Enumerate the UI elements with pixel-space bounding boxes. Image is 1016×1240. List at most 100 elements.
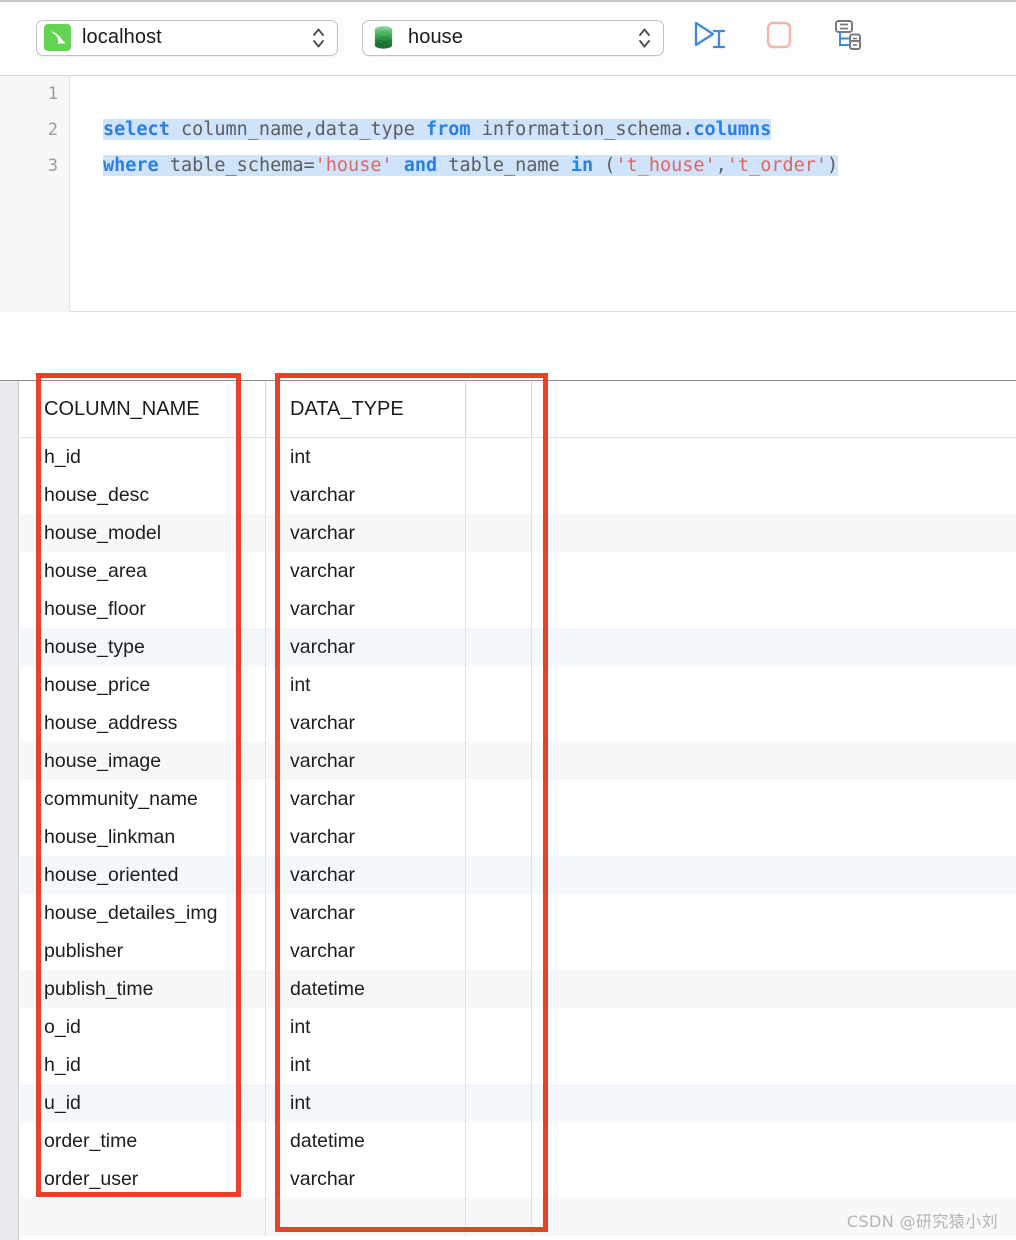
cell-data-type[interactable]: varchar — [266, 818, 466, 856]
table-row[interactable]: publish_time datetime — [20, 970, 1016, 1008]
cell-column-name[interactable]: community_name — [20, 780, 266, 818]
cell-filler — [466, 780, 532, 818]
cell-data-type[interactable] — [266, 1198, 466, 1236]
cell-data-type[interactable]: varchar — [266, 704, 466, 742]
cell-column-name[interactable]: order_time — [20, 1122, 266, 1160]
cell-column-name[interactable]: house_price — [20, 666, 266, 704]
cell-filler — [466, 666, 532, 704]
sql-editor[interactable]: 1 2 3 select column_name,data_type from in… — [0, 76, 1016, 312]
sql-code-line — [103, 76, 1016, 112]
table-row[interactable]: h_id int — [20, 1046, 1016, 1084]
results-table: COLUMN_NAME DATA_TYPE h_id int house_desc v… — [20, 381, 1016, 1236]
cell-data-type[interactable]: varchar — [266, 742, 466, 780]
cell-column-name[interactable] — [20, 1198, 266, 1236]
table-row[interactable]: house_area varchar — [20, 552, 1016, 590]
table-row[interactable]: publisher varchar — [20, 932, 1016, 970]
cell-data-type[interactable]: varchar — [266, 932, 466, 970]
cell-filler — [466, 552, 532, 590]
cell-data-type[interactable]: varchar — [266, 780, 466, 818]
database-label: house — [408, 26, 463, 48]
cell-column-name[interactable]: o_id — [20, 1008, 266, 1046]
table-row[interactable]: u_id int — [20, 1084, 1016, 1122]
cell-filler — [466, 742, 532, 780]
cell-column-name[interactable]: house_linkman — [20, 818, 266, 856]
cell-column-name[interactable]: house_model — [20, 514, 266, 552]
sql-token: table_name — [448, 155, 560, 176]
stop-square-icon — [763, 19, 795, 56]
sql-code-area[interactable]: select column_name,data_type from inform… — [70, 76, 1016, 312]
database-selector[interactable]: house — [362, 19, 664, 56]
column-header-data-type[interactable]: DATA_TYPE — [266, 381, 466, 437]
table-row[interactable]: order_time datetime — [20, 1122, 1016, 1160]
connection-selector[interactable]: localhost — [36, 19, 338, 56]
table-row[interactable]: order_user varchar — [20, 1160, 1016, 1198]
updown-chevron-icon[interactable] — [638, 27, 651, 49]
cell-column-name[interactable]: u_id — [20, 1084, 266, 1122]
cell-column-name[interactable]: house_address — [20, 704, 266, 742]
cell-data-type[interactable]: varchar — [266, 590, 466, 628]
sql-token: column_name,data_type — [180, 119, 415, 140]
results-header-row: COLUMN_NAME DATA_TYPE — [20, 381, 1016, 438]
run-query-button[interactable] — [688, 15, 734, 61]
explain-plan-button[interactable] — [824, 15, 870, 61]
cell-data-type[interactable]: varchar — [266, 1160, 466, 1198]
cell-empty — [532, 894, 1016, 932]
cell-filler — [466, 704, 532, 742]
cell-data-type[interactable]: int — [266, 1046, 466, 1084]
cell-data-type[interactable]: varchar — [266, 628, 466, 666]
cell-data-type[interactable]: int — [266, 666, 466, 704]
updown-chevron-icon[interactable] — [312, 27, 325, 49]
table-row[interactable]: house_address varchar — [20, 704, 1016, 742]
cell-column-name[interactable]: house_image — [20, 742, 266, 780]
cell-column-name[interactable]: house_oriented — [20, 856, 266, 894]
column-header-column-name[interactable]: COLUMN_NAME — [20, 381, 266, 437]
cell-data-type[interactable]: int — [266, 1084, 466, 1122]
table-row[interactable]: o_id int — [20, 1008, 1016, 1046]
table-row[interactable]: house_desc varchar — [20, 476, 1016, 514]
cell-data-type[interactable]: varchar — [266, 514, 466, 552]
cell-empty — [532, 1008, 1016, 1046]
cell-filler — [466, 1160, 532, 1198]
cell-data-type[interactable]: varchar — [266, 856, 466, 894]
cell-empty — [532, 1084, 1016, 1122]
table-row[interactable]: community_name varchar — [20, 780, 1016, 818]
cell-data-type[interactable]: int — [266, 438, 466, 476]
cell-filler — [466, 1198, 532, 1236]
cell-data-type[interactable]: varchar — [266, 894, 466, 932]
stop-query-button[interactable] — [756, 15, 802, 61]
cell-column-name[interactable]: house_detailes_img — [20, 894, 266, 932]
cell-column-name[interactable]: h_id — [20, 438, 266, 476]
cell-column-name[interactable]: publish_time — [20, 970, 266, 1008]
cell-column-name[interactable]: house_desc — [20, 476, 266, 514]
table-row[interactable]: house_type varchar — [20, 628, 1016, 666]
cell-column-name[interactable]: house_area — [20, 552, 266, 590]
cell-empty — [532, 970, 1016, 1008]
cell-column-name[interactable]: h_id — [20, 1046, 266, 1084]
cell-filler — [466, 1084, 532, 1122]
table-row[interactable]: house_floor varchar — [20, 590, 1016, 628]
cell-empty — [532, 666, 1016, 704]
cell-data-type[interactable]: varchar — [266, 476, 466, 514]
cell-column-name[interactable]: publisher — [20, 932, 266, 970]
cell-column-name[interactable]: order_user — [20, 1160, 266, 1198]
sql-token: ) — [827, 155, 839, 176]
table-row[interactable]: house_image varchar — [20, 742, 1016, 780]
cell-column-name[interactable]: house_type — [20, 628, 266, 666]
sql-token: information_schema. — [481, 119, 694, 140]
table-row[interactable]: house_detailes_img varchar — [20, 894, 1016, 932]
table-row[interactable]: house_oriented varchar — [20, 856, 1016, 894]
sql-token: and — [403, 155, 438, 176]
cell-data-type[interactable]: varchar — [266, 552, 466, 590]
sql-token: where — [103, 155, 159, 176]
sql-token: columns — [693, 119, 772, 140]
cell-column-name[interactable]: house_floor — [20, 590, 266, 628]
cell-data-type[interactable]: datetime — [266, 1122, 466, 1160]
table-row[interactable]: house_price int — [20, 666, 1016, 704]
cell-data-type[interactable]: datetime — [266, 970, 466, 1008]
cell-data-type[interactable]: int — [266, 1008, 466, 1046]
table-row[interactable]: house_model varchar — [20, 514, 1016, 552]
table-row[interactable]: house_linkman varchar — [20, 818, 1016, 856]
table-row[interactable]: h_id int — [20, 438, 1016, 476]
column-header-filler — [466, 381, 532, 437]
query-plan-tree-icon — [830, 18, 864, 57]
